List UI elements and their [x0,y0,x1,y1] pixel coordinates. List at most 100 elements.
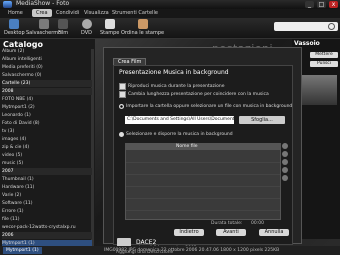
create-film-dialog: Crea Film Presentazione Musica in backgr… [103,47,302,245]
film-label: Film [58,30,69,36]
sidebar-item[interactable]: wecor-pack-12watts-crystalxp.ru [2,224,92,231]
sidebar-item[interactable]: Thumbnail (1) [2,176,92,183]
next-button[interactable]: Avanti [216,229,246,236]
dialog-title: Presentazione Musica in background [119,69,229,76]
window-title: MediaShow - Foto [16,0,70,7]
search-icon [328,23,335,30]
list-header: Nome file [126,144,280,150]
close-button[interactable]: x [329,1,338,8]
status-selected-folder[interactable]: Mytmport1 (1) [3,247,42,254]
select-music-label: Selezionare e disporre la musica in back… [126,132,233,137]
window-controls: _ □ x [305,1,338,8]
sidebar-item[interactable]: file (11) [2,216,92,223]
toolbar: Desktop Salvaschermo Film DVD Stampe Ord… [0,18,340,39]
sidebar-item[interactable]: video (5) [2,152,92,159]
sidebar-item[interactable]: music (5) [2,160,92,167]
desktop-icon [9,19,20,29]
music-file-list[interactable]: Nome file [125,143,281,220]
play-music-label: Riproduci musica durante la presentazion… [128,84,225,89]
add-description-link[interactable]: Aggiungi una Descrizione [116,250,173,255]
checkbox-icon [119,91,126,98]
search-input[interactable] [274,22,338,31]
order-prints-label: Ordina le stampe [121,30,165,36]
select-music-radio[interactable]: Selezionare e disporre la musica in back… [119,132,233,137]
prints-label: Stampe [100,30,120,36]
sidebar-item[interactable]: Album (2) [2,48,92,55]
dialog-panel: Presentazione Musica in background Ripro… [113,65,293,245]
sidebar-section[interactable]: 2006 [2,232,92,239]
sidebar-item[interactable]: Varie (2) [2,192,92,199]
match-length-checkbox[interactable]: Cambia lunghezza presentazione per coinc… [119,91,269,98]
browse-button[interactable]: Sfoglia... [239,116,285,124]
list-row[interactable] [126,168,280,175]
sidebar-item[interactable]: Foto di David (8) [2,120,92,127]
play-icon[interactable] [282,175,288,181]
list-row[interactable] [126,180,280,187]
sidebar-item[interactable]: Salvaschermo (0) [2,72,92,79]
desktop-button[interactable]: Desktop [4,19,25,36]
sidebar-item[interactable]: FOTO NBE (4) [2,96,92,103]
menu-visualizza[interactable]: Visualizza [84,10,109,16]
menu-condividi[interactable]: Condividi [56,10,79,16]
prints-button[interactable]: Stampe [100,19,119,36]
radio-selected-icon [119,104,124,109]
sidebar-item[interactable]: images (4) [2,136,92,143]
dvd-label: DVD [81,30,93,36]
minimize-button[interactable]: _ [305,1,314,8]
sidebar-item[interactable]: Software (11) [2,200,92,207]
list-row[interactable] [126,156,280,163]
checkbox-icon [119,83,126,90]
list-row[interactable] [126,192,280,199]
total-duration-label: Durata totale: [211,221,243,226]
import-folder-label: Importare la cartella oppure selezionare… [126,104,293,109]
screensaver-button[interactable]: Salvaschermo [26,19,61,36]
total-duration-value: 00:00 [251,221,264,226]
sidebar-item[interactable]: zip & cie (4) [2,144,92,151]
dvd-button[interactable]: DVD [81,19,92,36]
menu-crea[interactable]: Crea [32,9,52,17]
menu-strumenti-cartelle[interactable]: Strumenti Cartelle [112,10,158,16]
sidebar-item[interactable]: Errore (1) [2,208,92,215]
sidebar-item[interactable]: Leonardo (1) [2,112,92,119]
filename-column-header[interactable]: Nome file [176,144,198,150]
import-folder-radio[interactable]: Importare la cartella oppure selezionare… [119,104,292,109]
sidebar-item[interactable]: Album intelligenti [2,56,92,63]
tray-clear-button[interactable]: Pulisci [310,61,338,67]
order-prints-button[interactable]: Ordina le stampe [121,19,164,36]
film-icon [58,19,69,29]
add-file-icon[interactable] [282,143,288,149]
film-button[interactable]: Film [58,19,68,36]
play-music-checkbox[interactable]: Riproduci musica durante la presentazion… [119,83,225,90]
printer-icon [104,19,115,29]
list-controls [282,143,288,181]
album-name: DACE2 [136,239,157,246]
music-path-input[interactable]: C:\Documents and Settings\All Users\Docu… [125,116,234,124]
catalog-sidebar: Catalogo Album (2) Album intelligenti Me… [0,39,95,255]
menu-bar: Home Crea Condividi Visualizza Strumenti… [0,9,340,18]
maximize-button[interactable]: □ [317,1,326,8]
sidebar-item[interactable]: Hardware (11) [2,184,92,191]
radio-icon [119,132,124,137]
match-length-label: Cambia lunghezza presentazione per coinc… [128,92,269,97]
remove-file-icon[interactable] [282,151,288,157]
sidebar-item[interactable]: Media preferiti (0) [2,64,92,71]
app-icon [3,1,12,8]
screensaver-icon [38,19,49,29]
list-row[interactable] [126,204,280,211]
dvd-icon [81,19,92,29]
tray-title: Vassoio [294,40,320,47]
back-button[interactable]: Indietro [174,229,204,236]
screensaver-label: Salvaschermo [26,30,62,36]
sidebar-section[interactable]: Cartelle (23) [2,80,92,87]
cancel-button[interactable]: Annulla [259,229,289,236]
move-down-icon[interactable] [282,167,288,173]
sidebar-item[interactable]: tv (3) [2,128,92,135]
menu-home[interactable]: Home [8,10,23,16]
sidebar-section[interactable]: 2008 [2,88,92,95]
title-bar: MediaShow - Foto _ □ x [0,0,340,9]
sidebar-item[interactable]: Mytmport1 (2) [2,104,92,111]
sidebar-section[interactable]: 2007 [2,168,92,175]
tray-add-button[interactable]: Mettere [310,52,338,58]
move-up-icon[interactable] [282,159,288,165]
desktop-label: Desktop [4,30,25,36]
